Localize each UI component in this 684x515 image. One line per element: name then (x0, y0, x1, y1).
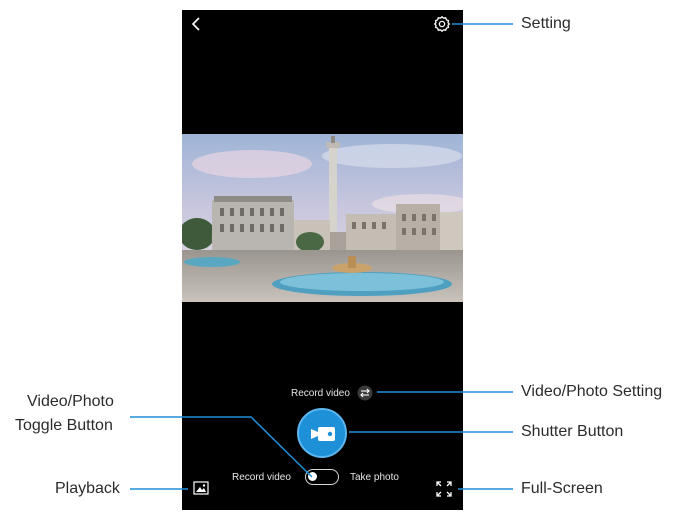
record-mode-label: Record video (291, 388, 350, 399)
expand-icon[interactable] (436, 481, 452, 497)
full-screen-callout: Full-Screen (521, 480, 603, 497)
chevron-left-icon[interactable] (190, 16, 204, 32)
toggle-knob (308, 472, 317, 481)
live-preview[interactable] (182, 134, 463, 302)
toggle-video-label: Record video (232, 472, 291, 483)
toggle-callout-line1: Video/Photo (27, 393, 114, 410)
image-icon[interactable] (193, 481, 209, 495)
playback-callout: Playback (55, 480, 120, 497)
toggle-photo-label: Take photo (350, 472, 399, 483)
shutter-button-callout: Shutter Button (521, 423, 624, 440)
camera-screen: Record video Record video Take photo (182, 10, 463, 510)
video-photo-setting-callout: Video/Photo Setting (521, 383, 663, 400)
shutter-button[interactable] (297, 408, 347, 458)
video-photo-toggle[interactable] (305, 469, 339, 485)
swap-arrows-icon[interactable] (357, 385, 373, 401)
video-camera-icon (311, 427, 335, 441)
toggle-callout-line2: Toggle Button (15, 417, 113, 434)
setting-callout: Setting (521, 15, 571, 32)
preview-photo (182, 134, 463, 302)
gear-icon[interactable] (433, 15, 451, 33)
